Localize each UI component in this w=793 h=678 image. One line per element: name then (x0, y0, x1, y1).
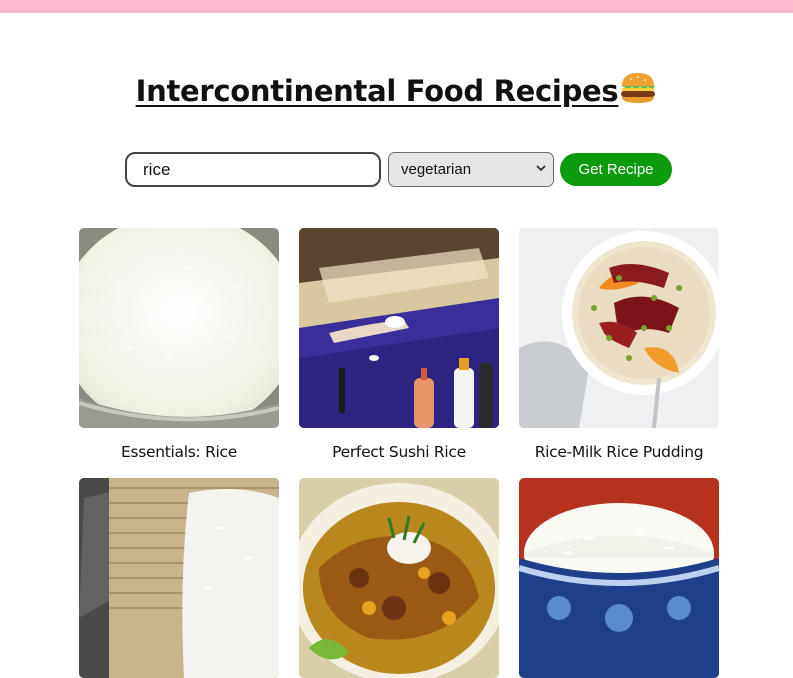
top-accent-bar (0, 0, 793, 13)
recipe-card[interactable] (79, 478, 279, 678)
recipe-title[interactable]: Perfect Sushi Rice (279, 443, 519, 461)
recipe-image[interactable] (79, 478, 279, 678)
recipe-card[interactable]: Perfect Sushi Rice (299, 228, 499, 461)
recipe-image[interactable] (79, 228, 279, 428)
recipe-title[interactable]: Rice-Milk Rice Pudding (499, 443, 739, 461)
recipe-card[interactable] (299, 478, 499, 678)
chevron-down-icon (536, 165, 546, 172)
diet-select-value: vegetarian (401, 161, 472, 178)
recipe-card[interactable] (519, 478, 719, 678)
page-title-text: Intercontinental Food Recipes (135, 74, 619, 108)
page-title: Intercontinental Food Recipes (0, 71, 793, 112)
recipe-card[interactable]: Rice-Milk Rice Pudding (519, 228, 719, 461)
recipe-title[interactable]: Essentials: Rice (59, 443, 299, 461)
diet-select[interactable]: vegetarian (388, 152, 554, 187)
recipe-card[interactable]: Essentials: Rice (79, 228, 279, 461)
get-recipe-button[interactable]: Get Recipe (560, 153, 672, 186)
recipe-image[interactable] (299, 478, 499, 678)
hamburger-icon (619, 71, 657, 112)
recipe-image[interactable] (519, 228, 719, 428)
search-input[interactable] (125, 152, 381, 187)
recipe-image[interactable] (299, 228, 499, 428)
recipe-image[interactable] (519, 478, 719, 678)
